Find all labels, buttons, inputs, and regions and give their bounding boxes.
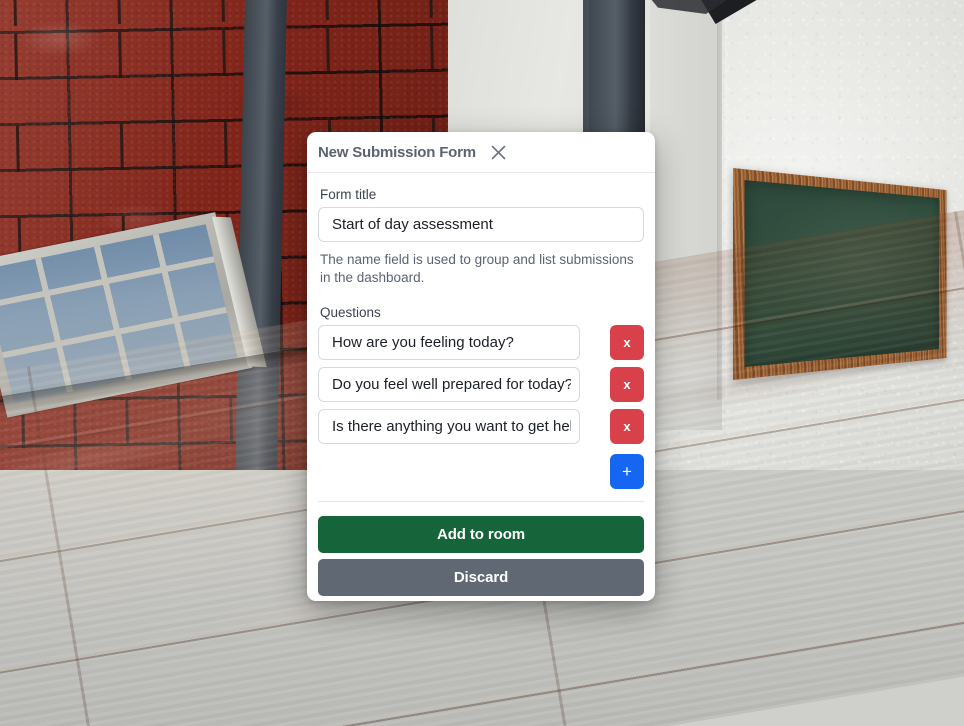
questions-label: Questions (320, 305, 644, 320)
question-row: x (318, 325, 644, 360)
add-question-button[interactable]: + (610, 454, 644, 489)
discard-button[interactable]: Discard (318, 559, 644, 596)
form-title-input[interactable] (318, 207, 644, 242)
modal-header: New Submission Form (307, 132, 655, 173)
question-row: x (318, 409, 644, 444)
question-input-2[interactable] (318, 367, 580, 402)
form-title-label: Form title (320, 187, 644, 202)
delete-question-button-3[interactable]: x (610, 409, 644, 444)
question-input-3[interactable] (318, 409, 580, 444)
delete-question-button-1[interactable]: x (610, 325, 644, 360)
new-submission-form-modal: New Submission Form Form title The name … (307, 132, 655, 601)
delete-question-button-2[interactable]: x (610, 367, 644, 402)
add-to-room-button[interactable]: Add to room (318, 516, 644, 553)
form-title-helper-text: The name field is used to group and list… (320, 251, 642, 287)
question-input-1[interactable] (318, 325, 580, 360)
add-question-row: + (318, 454, 644, 489)
modal-footer: Add to room Discard (307, 502, 655, 601)
modal-body: Form title The name field is used to gro… (307, 173, 655, 502)
questions-list: x x x (318, 325, 644, 444)
question-row: x (318, 367, 644, 402)
close-icon[interactable] (488, 141, 510, 163)
modal-title: New Submission Form (318, 144, 476, 161)
